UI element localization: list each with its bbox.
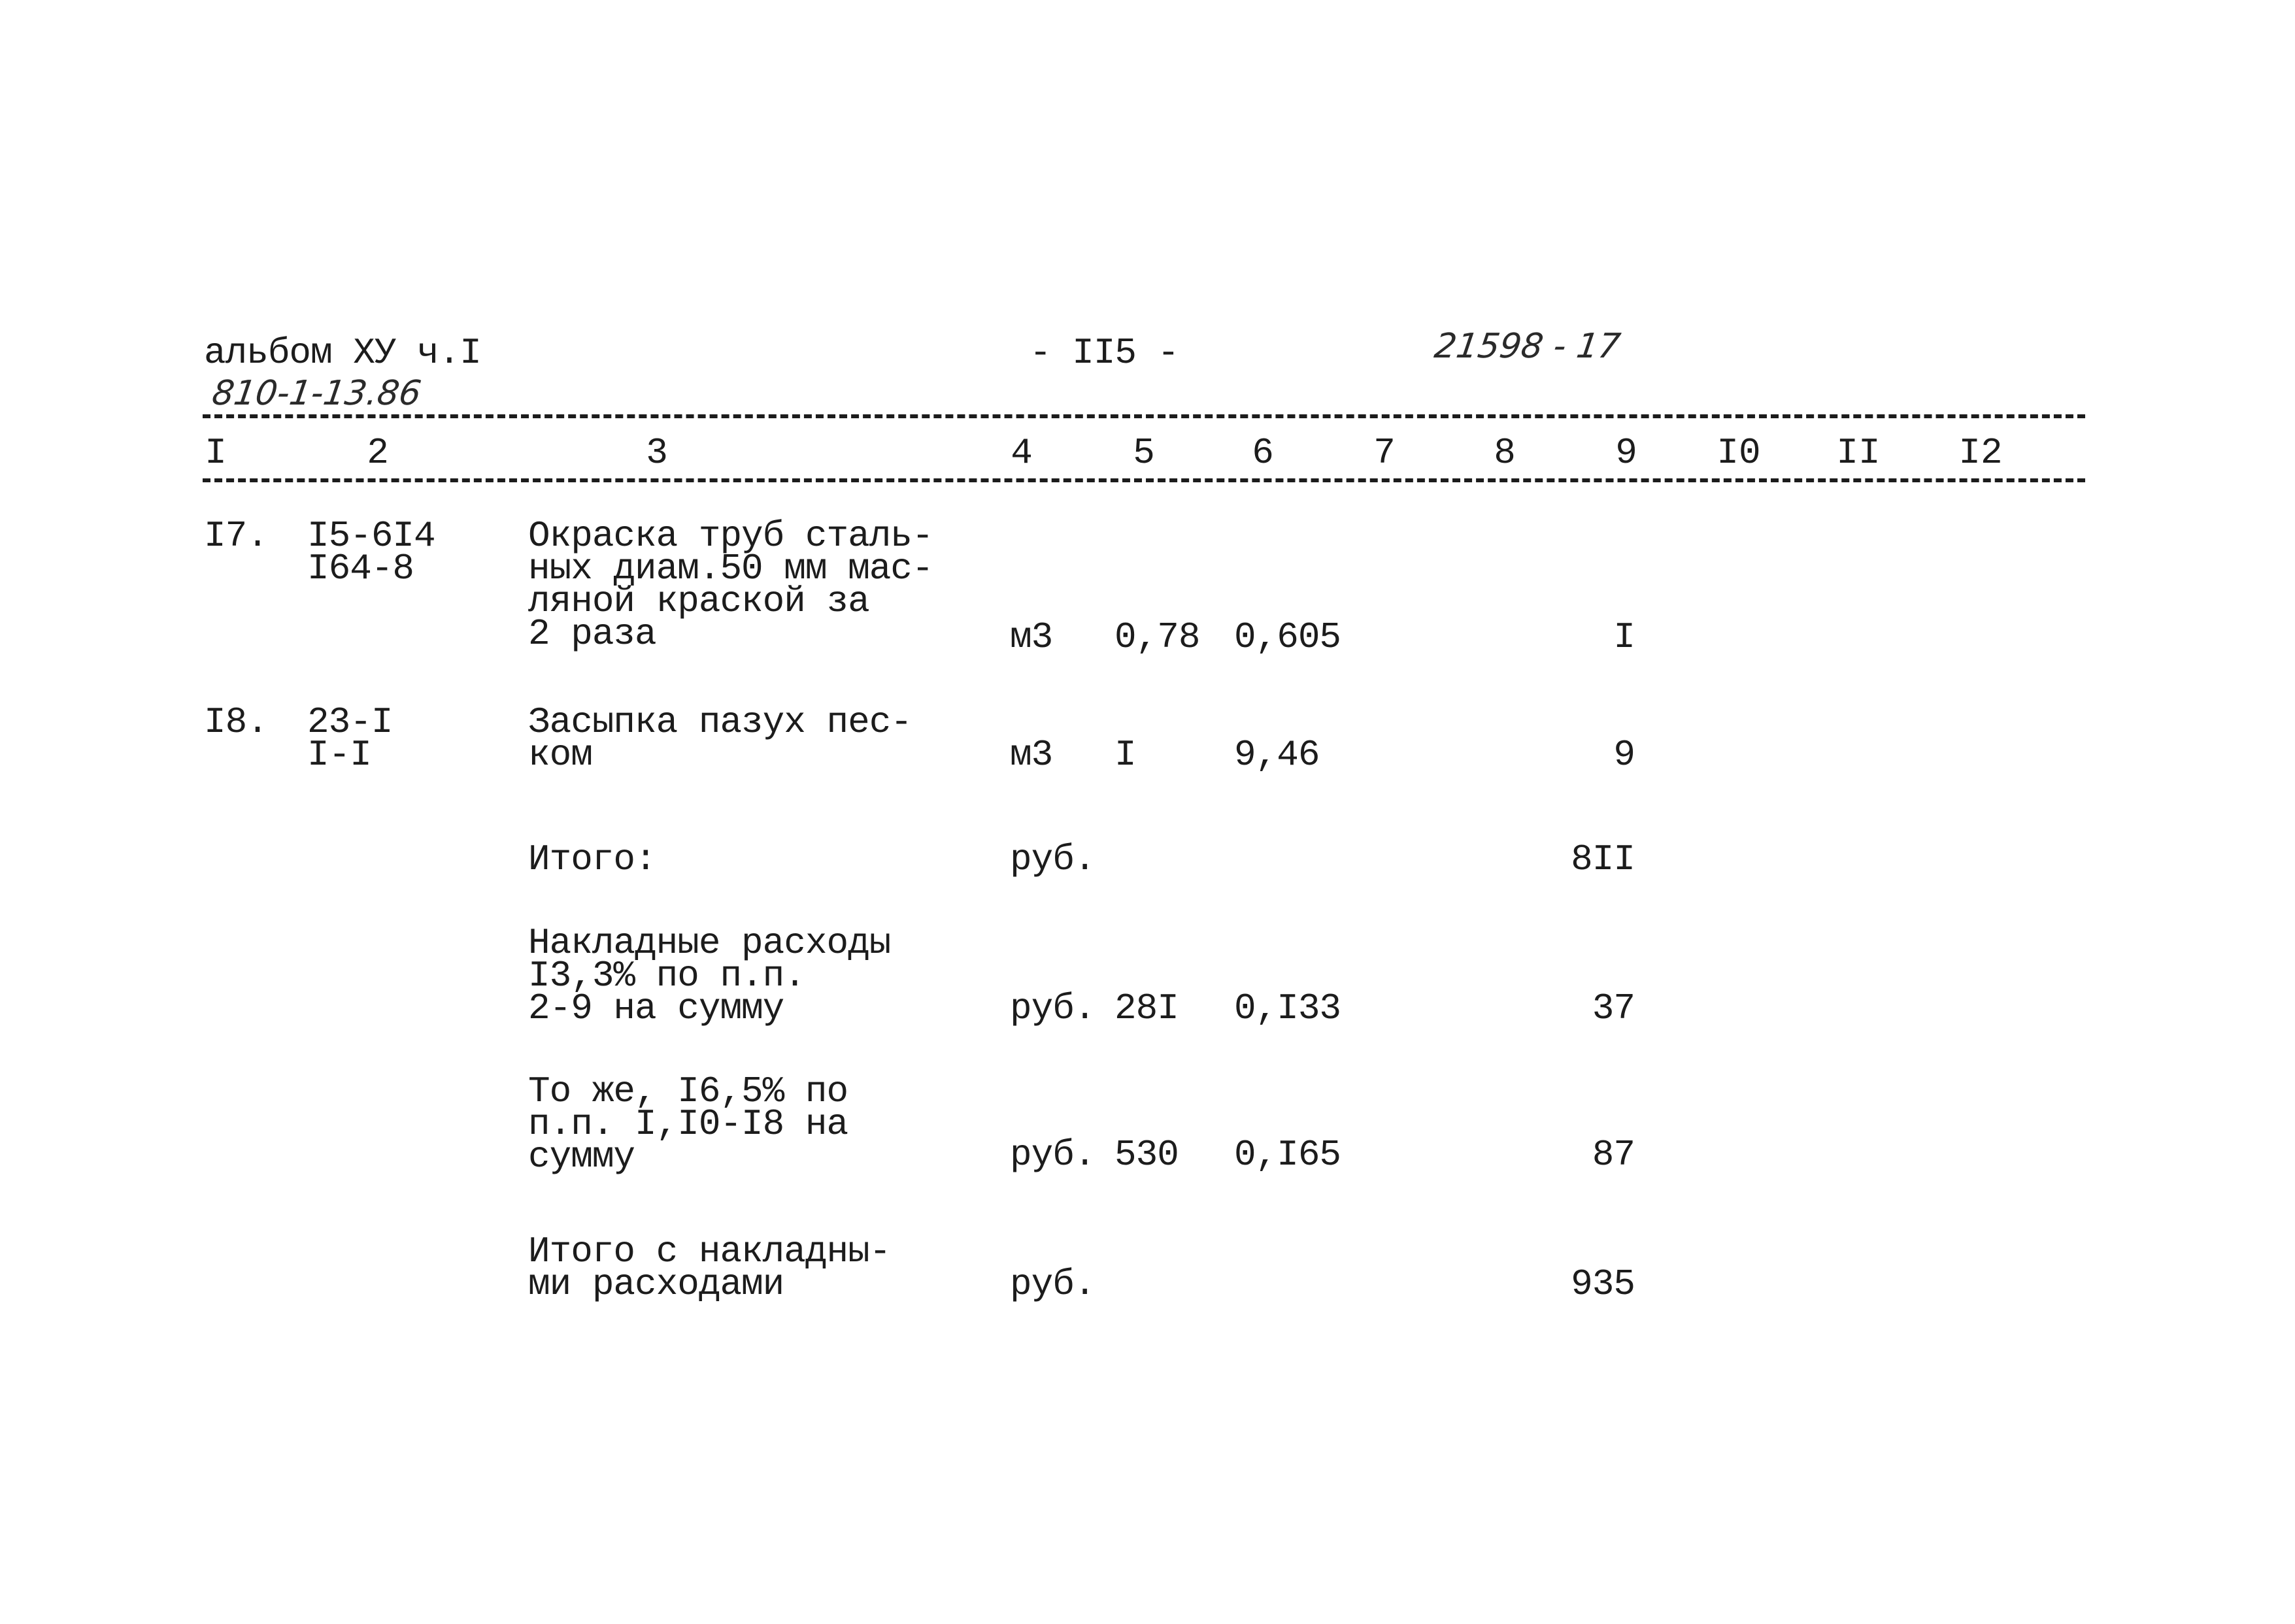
summary-description: То же, I6,5% по п.п. I,I0-I8 на сумму bbox=[528, 1073, 848, 1178]
summary-description: Накладные расходы I3,3% по п.п. 2-9 на с… bbox=[528, 925, 891, 1029]
row-code: I5-6I4 I64-8 bbox=[307, 518, 436, 589]
summary-unit: руб. bbox=[1010, 1263, 1096, 1305]
column-header: 7 bbox=[1373, 432, 1396, 474]
row-code: 23-I I-I bbox=[307, 704, 393, 776]
summary-total: 37 bbox=[1592, 987, 1635, 1029]
summary-description: Итого: bbox=[528, 838, 657, 880]
summary-quantity: 28I bbox=[1114, 987, 1179, 1029]
row-unit: м3 bbox=[1010, 734, 1053, 776]
summary-rate: 0,I65 bbox=[1234, 1134, 1341, 1176]
description-line: Итого: bbox=[528, 838, 657, 880]
description-line: 2 раза bbox=[528, 613, 657, 655]
archive-number-handwritten: 21598 - 17 bbox=[1432, 327, 1623, 366]
column-header: 6 bbox=[1252, 432, 1274, 474]
row-description: Окраска труб сталь- ных диам.50 мм мас- … bbox=[528, 518, 934, 655]
description-line: ми расходами bbox=[528, 1263, 784, 1305]
column-header: 9 bbox=[1615, 432, 1637, 474]
column-header: I0 bbox=[1717, 432, 1761, 474]
description-line: сумму bbox=[528, 1136, 635, 1178]
row-number: I7. bbox=[204, 515, 269, 557]
column-header: I2 bbox=[1958, 432, 2003, 474]
description-line: 2-9 на сумму bbox=[528, 987, 784, 1029]
row-total: 9 bbox=[1613, 734, 1635, 776]
row-description: Засыпка пазух пес- ком bbox=[528, 704, 913, 776]
project-code-handwritten: 810-1-13.86 bbox=[209, 374, 424, 413]
column-header: 3 bbox=[646, 432, 668, 474]
summary-quantity: 530 bbox=[1114, 1134, 1179, 1176]
row-rate: 9,46 bbox=[1234, 734, 1320, 776]
description-line: ком bbox=[528, 734, 593, 776]
summary-total: 87 bbox=[1592, 1134, 1635, 1176]
summary-unit: руб. bbox=[1010, 1134, 1096, 1176]
row-quantity: 0,78 bbox=[1114, 616, 1200, 658]
summary-unit: руб. bbox=[1010, 838, 1096, 880]
summary-total: 935 bbox=[1571, 1263, 1635, 1305]
header-top-divider bbox=[203, 414, 2085, 418]
row-unit: м3 bbox=[1010, 616, 1053, 658]
row-number: I8. bbox=[204, 701, 269, 743]
column-header: 5 bbox=[1133, 432, 1155, 474]
album-label: альбом ХУ ч.I bbox=[204, 332, 482, 374]
summary-rate: 0,I33 bbox=[1234, 987, 1341, 1029]
code-line: I-I bbox=[307, 734, 372, 776]
row-total: I bbox=[1613, 616, 1635, 658]
row-rate: 0,605 bbox=[1234, 616, 1341, 658]
summary-total: 8II bbox=[1571, 838, 1635, 880]
row-quantity: I bbox=[1114, 734, 1137, 776]
code-line: I64-8 bbox=[307, 548, 414, 589]
header-bottom-divider bbox=[203, 478, 2085, 482]
summary-description: Итого с накладны- ми расходами bbox=[528, 1233, 891, 1305]
page-number: - II5 - bbox=[1030, 332, 1179, 374]
column-header: II bbox=[1836, 432, 1881, 474]
column-header: 4 bbox=[1011, 432, 1033, 474]
column-header: I bbox=[205, 432, 227, 474]
summary-unit: руб. bbox=[1010, 987, 1096, 1029]
column-header: 2 bbox=[367, 432, 389, 474]
column-header: 8 bbox=[1494, 432, 1516, 474]
